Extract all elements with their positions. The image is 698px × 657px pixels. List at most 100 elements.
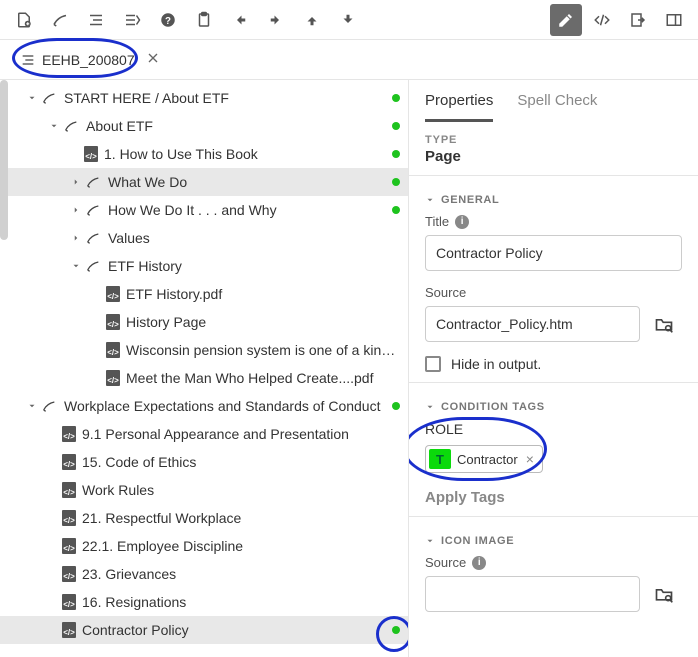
edit-mode-icon[interactable] bbox=[550, 4, 582, 36]
info-icon[interactable]: i bbox=[455, 215, 469, 229]
status-dot bbox=[392, 122, 400, 130]
status-dot bbox=[392, 626, 400, 634]
tree-row[interactable]: </>23. Grievances bbox=[0, 560, 408, 588]
file-icon: </> bbox=[106, 342, 120, 358]
help-icon[interactable]: ? bbox=[152, 4, 184, 36]
tree-row[interactable]: </> History Page bbox=[0, 308, 408, 336]
chevron-down-icon[interactable] bbox=[68, 258, 84, 274]
tree-label: Meet the Man Who Helped Create....pdf bbox=[126, 370, 400, 386]
tree-row[interactable]: </>Wisconsin pension system is one of a … bbox=[0, 336, 408, 364]
topic-icon bbox=[40, 397, 58, 415]
topic-icon bbox=[84, 173, 102, 191]
chevron-spacer bbox=[46, 538, 62, 554]
delete-icon[interactable] bbox=[44, 4, 76, 36]
icon-source-input[interactable] bbox=[425, 576, 640, 612]
chevron-down-icon[interactable] bbox=[24, 398, 40, 414]
chevron-down-icon[interactable] bbox=[24, 90, 40, 106]
file-icon: </> bbox=[62, 538, 76, 554]
browse-icon[interactable] bbox=[646, 576, 682, 612]
tree-row[interactable]: </> Contractor Policy bbox=[0, 616, 408, 644]
arrow-left-icon[interactable] bbox=[224, 4, 256, 36]
browse-icon[interactable] bbox=[646, 306, 682, 342]
tree-label: About ETF bbox=[86, 118, 388, 134]
chevron-spacer bbox=[90, 370, 106, 386]
chevron-spacer bbox=[46, 426, 62, 442]
topic-icon bbox=[84, 257, 102, 275]
chevron-spacer bbox=[46, 622, 62, 638]
remove-tag-icon[interactable]: × bbox=[524, 451, 536, 467]
source-label: Source bbox=[425, 285, 466, 300]
title-input[interactable] bbox=[425, 235, 682, 271]
chevron-spacer bbox=[46, 454, 62, 470]
chevron-spacer bbox=[90, 286, 106, 302]
arrow-up-icon[interactable] bbox=[296, 4, 328, 36]
tree-row[interactable]: </>1. How to Use This Book bbox=[0, 140, 408, 168]
info-icon[interactable]: i bbox=[472, 556, 486, 570]
file-icon: </> bbox=[62, 482, 76, 498]
tree-row[interactable]: About ETF bbox=[0, 112, 408, 140]
right-tabs: Properties Spell Check bbox=[409, 80, 698, 122]
chevron-spacer bbox=[90, 314, 106, 330]
tree-row[interactable]: </>16. Resignations bbox=[0, 588, 408, 616]
arrow-right-icon[interactable] bbox=[260, 4, 292, 36]
toolbar: ? bbox=[0, 0, 698, 40]
hide-label: Hide in output. bbox=[451, 356, 541, 372]
section-general[interactable]: GENERAL bbox=[425, 194, 682, 206]
tree-label: Contractor Policy bbox=[82, 622, 388, 638]
chevron-right-icon[interactable] bbox=[68, 230, 84, 246]
tree-label: What We Do bbox=[108, 174, 388, 190]
role-label: ROLE bbox=[425, 421, 682, 437]
status-dot bbox=[392, 178, 400, 186]
tree-row[interactable]: </>22.1. Employee Discipline bbox=[0, 532, 408, 560]
tree-row[interactable]: </>9.1 Personal Appearance and Presentat… bbox=[0, 420, 408, 448]
chevron-spacer bbox=[68, 146, 84, 162]
indent-icon[interactable] bbox=[80, 4, 112, 36]
tab-spellcheck[interactable]: Spell Check bbox=[517, 92, 597, 122]
tree-row[interactable]: </>15. Code of Ethics bbox=[0, 448, 408, 476]
tree-panel: START HERE / About ETF About ETF </>1. How… bbox=[0, 80, 408, 657]
apply-tags-button[interactable]: Apply Tags bbox=[425, 489, 682, 506]
arrow-down-icon[interactable] bbox=[332, 4, 364, 36]
tree-row[interactable]: </>ETF History.pdf bbox=[0, 280, 408, 308]
status-dot bbox=[392, 94, 400, 102]
tree-row[interactable]: START HERE / About ETF bbox=[0, 84, 408, 112]
tree-row[interactable]: </>Meet the Man Who Helped Create....pdf bbox=[0, 364, 408, 392]
chevron-right-icon[interactable] bbox=[68, 174, 84, 190]
file-icon: </> bbox=[62, 426, 76, 442]
file-icon: </> bbox=[106, 314, 120, 330]
clipboard-icon[interactable] bbox=[188, 4, 220, 36]
file-icon: </> bbox=[62, 622, 76, 638]
document-tab[interactable]: EEHB_200807 bbox=[12, 44, 169, 75]
file-icon: </> bbox=[62, 594, 76, 610]
scrollbar[interactable] bbox=[0, 80, 8, 240]
close-icon[interactable] bbox=[145, 50, 161, 69]
tree-row[interactable]: ETF History bbox=[0, 252, 408, 280]
tree-row[interactable]: How We Do It . . . and Why bbox=[0, 196, 408, 224]
tree-row[interactable]: Workplace Expectations and Standards of … bbox=[0, 392, 408, 420]
toc-icon bbox=[20, 52, 36, 68]
tree-row[interactable]: </>21. Respectful Workplace bbox=[0, 504, 408, 532]
source-input[interactable] bbox=[425, 306, 640, 342]
panel-icon[interactable] bbox=[658, 4, 690, 36]
outdent-icon[interactable] bbox=[116, 4, 148, 36]
tree-label: 15. Code of Ethics bbox=[82, 454, 400, 470]
tree-row[interactable]: </>Work Rules bbox=[0, 476, 408, 504]
status-dot bbox=[392, 150, 400, 158]
chevron-down-icon[interactable] bbox=[46, 118, 62, 134]
tab-properties[interactable]: Properties bbox=[425, 92, 493, 122]
tree-row[interactable]: What We Do bbox=[0, 168, 408, 196]
tree-label: History Page bbox=[126, 314, 400, 330]
tree-row[interactable]: Values bbox=[0, 224, 408, 252]
hide-checkbox[interactable] bbox=[425, 356, 441, 372]
add-topic-icon[interactable] bbox=[8, 4, 40, 36]
topic-icon bbox=[84, 201, 102, 219]
export-icon[interactable] bbox=[622, 4, 654, 36]
section-icon-image[interactable]: ICON IMAGE bbox=[425, 535, 682, 547]
condition-tag[interactable]: T Contractor × bbox=[425, 445, 543, 473]
section-condition-tags[interactable]: CONDITION TAGS bbox=[425, 401, 682, 413]
code-view-icon[interactable] bbox=[586, 4, 618, 36]
chevron-right-icon[interactable] bbox=[68, 202, 84, 218]
tree-label: ETF History bbox=[108, 258, 400, 274]
chevron-spacer bbox=[46, 594, 62, 610]
icon-source-label: Source bbox=[425, 555, 466, 570]
